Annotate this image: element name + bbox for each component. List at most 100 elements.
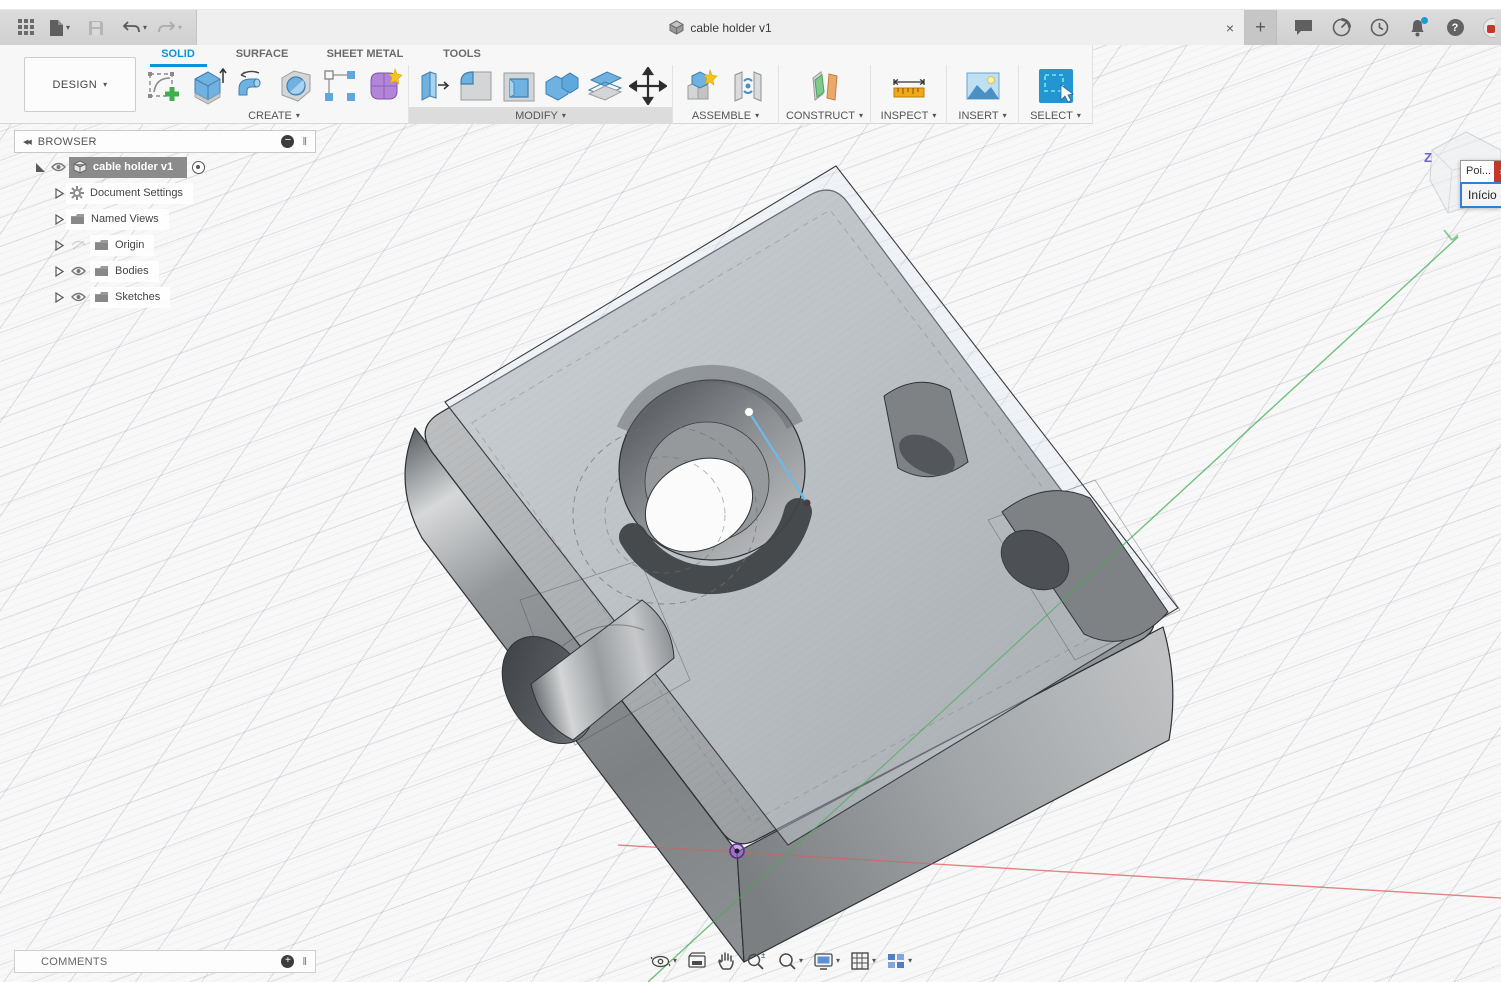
app-launcher-grid-icon[interactable] [18, 19, 35, 36]
undo-button[interactable]: ▾ [122, 20, 147, 35]
extrude-button[interactable] [188, 66, 229, 106]
help-icon[interactable]: ? [1445, 18, 1465, 38]
viewport-canvas[interactable]: Z Poi... × Início ◀◀ BROWSER − ‖ [0, 45, 1501, 982]
move-copy-button[interactable] [628, 66, 668, 106]
comments-bar[interactable]: COMMENTS + ‖ [14, 950, 316, 973]
counterbore-hole[interactable] [619, 374, 805, 580]
origin-folder-item[interactable]: Origin [90, 235, 154, 256]
workspace-selector[interactable]: DESIGN ▾ [24, 57, 136, 112]
notifications-bell-icon[interactable] [1407, 18, 1427, 38]
point-dialog: Poi... × Início [1460, 160, 1501, 208]
tab-tools[interactable]: TOOLS [422, 48, 502, 64]
sketch-point-start [745, 408, 754, 417]
redo-button[interactable]: ▾ [157, 20, 182, 35]
modify-group-label: MODIFY [515, 110, 558, 122]
tab-sheet-metal[interactable]: SHEET METAL [308, 48, 422, 64]
document-cube-icon [669, 20, 684, 35]
zoom-icon: ± [746, 951, 767, 971]
caret-down-icon: ▾ [178, 24, 182, 32]
component-root-item[interactable]: cable holder v1 [69, 157, 187, 178]
select-group-dropdown[interactable]: SELECT ▾ [1019, 107, 1092, 124]
modify-group-dropdown[interactable]: MODIFY ▾ [409, 107, 672, 124]
insert-group-label: INSERT [958, 110, 998, 122]
create-group-dropdown[interactable]: CREATE ▾ [140, 107, 408, 124]
document-settings-item[interactable]: Document Settings [66, 183, 193, 204]
zoom-tool[interactable]: ± [746, 951, 767, 971]
display-settings[interactable]: ▾ [813, 952, 840, 971]
comments-grip[interactable]: ‖ [302, 956, 307, 968]
visibility-eye-icon[interactable] [47, 162, 69, 172]
measure-button[interactable] [888, 66, 930, 106]
expand-arrow-icon[interactable] [33, 162, 47, 173]
fit-tool[interactable]: ▾ [777, 951, 803, 971]
offset-face-button[interactable] [585, 66, 625, 106]
save-button[interactable] [88, 20, 104, 36]
sketches-folder-item[interactable]: Sketches [90, 287, 170, 308]
caret-down-icon: ▾ [932, 112, 936, 120]
quick-access-toolbar: ▾ ▾ ▾ [0, 10, 196, 45]
bodies-folder-item[interactable]: Bodies [90, 261, 159, 282]
collapsed-arrow-icon[interactable] [52, 214, 66, 225]
document-tab[interactable]: cable holder v1 × [196, 10, 1245, 45]
hole-button[interactable] [276, 66, 317, 106]
assemble-group-dropdown[interactable]: ASSEMBLE ▾ [673, 107, 778, 124]
activate-component-radio[interactable] [192, 161, 205, 174]
user-avatar[interactable] [1483, 18, 1495, 38]
group-assemble: ASSEMBLE ▾ [672, 65, 778, 124]
pan-tool[interactable] [717, 951, 736, 971]
rectangular-pattern-button[interactable] [319, 66, 360, 106]
tab-surface[interactable]: SURFACE [216, 48, 308, 64]
home-view-button[interactable]: Início [1460, 182, 1501, 208]
shell-button[interactable] [499, 66, 539, 106]
svg-text:±: ± [761, 951, 766, 960]
inspect-group-dropdown[interactable]: INSPECT ▾ [871, 107, 946, 124]
construct-plane-button[interactable] [804, 66, 846, 106]
new-component-button[interactable] [682, 66, 724, 106]
press-pull-button[interactable] [413, 66, 453, 106]
browser-header: ◀◀ BROWSER − ‖ [14, 130, 316, 153]
joint-button[interactable] [727, 66, 769, 106]
display-monitor-icon [813, 952, 834, 971]
visibility-eye-icon[interactable] [66, 266, 90, 276]
visibility-hidden-icon[interactable] [66, 240, 90, 250]
named-views-item[interactable]: Named Views [66, 209, 169, 230]
tab-solid[interactable]: SOLID [140, 48, 216, 64]
collapsed-arrow-icon[interactable] [52, 240, 66, 251]
revolve-button[interactable] [232, 66, 273, 106]
origin-marker[interactable] [730, 844, 744, 858]
visibility-eye-icon[interactable] [66, 292, 90, 302]
viewports[interactable]: ▾ [886, 952, 912, 970]
notification-dot [1421, 17, 1428, 24]
window-top-strip [0, 0, 1501, 10]
fillet-button[interactable] [456, 66, 496, 106]
look-at-icon [687, 952, 707, 970]
caret-down-icon: ▾ [859, 112, 863, 120]
orbit-tool[interactable]: ▾ [650, 951, 677, 972]
insert-group-dropdown[interactable]: INSERT ▾ [947, 107, 1018, 124]
comment-bubble-icon[interactable] [1293, 18, 1313, 38]
extensions-icon[interactable] [1331, 18, 1351, 38]
named-views-label: Named Views [91, 213, 159, 225]
viewports-icon [886, 952, 906, 970]
close-tab-icon[interactable]: × [1226, 21, 1234, 35]
dialog-close-button[interactable]: × [1494, 161, 1501, 182]
select-button[interactable] [1035, 66, 1077, 106]
collapsed-arrow-icon[interactable] [52, 188, 66, 199]
job-status-clock-icon[interactable] [1369, 18, 1389, 38]
add-comment-icon[interactable]: + [281, 955, 294, 968]
construct-group-dropdown[interactable]: CONSTRUCT ▾ [779, 107, 870, 124]
grid-and-snaps[interactable]: ▾ [850, 951, 876, 971]
create-form-button[interactable] [363, 66, 404, 106]
create-sketch-button[interactable] [144, 66, 185, 106]
new-tab-button[interactable]: + [1245, 10, 1277, 45]
collapsed-arrow-icon[interactable] [52, 266, 66, 277]
combine-button[interactable] [542, 66, 582, 106]
minimize-browser-icon[interactable]: − [281, 135, 294, 148]
caret-down-icon: ▾ [836, 957, 840, 965]
insert-button[interactable] [962, 66, 1004, 106]
collapse-panel-icon[interactable]: ◀◀ [23, 138, 30, 146]
look-at-tool[interactable] [687, 952, 707, 970]
collapsed-arrow-icon[interactable] [52, 292, 66, 303]
file-menu-button[interactable]: ▾ [49, 19, 70, 37]
browser-grip[interactable]: ‖ [302, 136, 307, 148]
